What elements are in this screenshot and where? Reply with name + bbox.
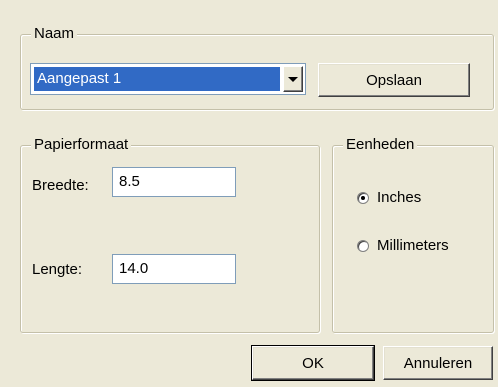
width-label: Breedte: xyxy=(32,177,89,194)
combobox-dropdown-button[interactable] xyxy=(283,66,303,92)
radio-inches-label: Inches xyxy=(377,189,422,206)
naam-legend: Naam xyxy=(31,24,78,44)
radio-millimeters-label: Millimeters xyxy=(377,237,449,254)
ok-button[interactable]: OK xyxy=(251,345,375,381)
radio-millimeters-indicator[interactable] xyxy=(357,239,369,252)
length-label: Lengte: xyxy=(32,261,83,278)
save-button[interactable]: Opslaan xyxy=(318,63,470,97)
save-button-label: Opslaan xyxy=(366,71,422,89)
name-combobox-value: Aangepast 1 xyxy=(34,67,280,91)
units-legend: Eenheden xyxy=(343,135,418,155)
radio-inches[interactable]: Inches xyxy=(357,189,421,206)
name-combobox[interactable]: Aangepast 1 xyxy=(30,63,306,95)
ok-button-label: OK xyxy=(302,354,324,372)
radio-inches-indicator[interactable] xyxy=(357,191,369,204)
cancel-button-label: Annuleren xyxy=(403,354,473,372)
paper-size-legend: Papierformaat xyxy=(31,135,132,155)
width-input[interactable]: 8.5 xyxy=(112,167,236,197)
radio-millimeters[interactable]: Millimeters xyxy=(357,237,449,254)
chevron-down-icon xyxy=(288,76,298,82)
length-input[interactable]: 14.0 xyxy=(112,254,236,284)
cancel-button[interactable]: Annuleren xyxy=(383,346,493,380)
